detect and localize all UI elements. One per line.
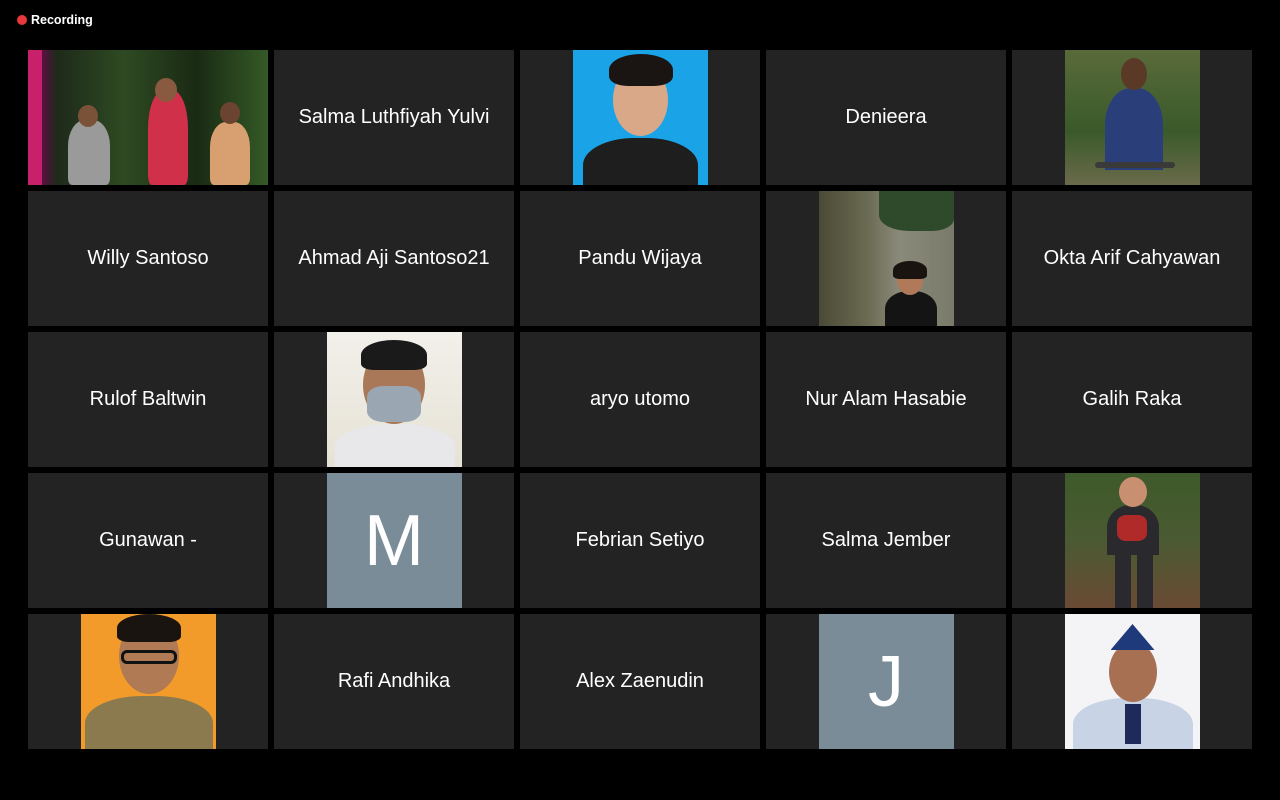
video-feed [28, 50, 268, 185]
participant-tile[interactable] [1012, 50, 1252, 185]
recording-dot-icon [17, 15, 27, 25]
participant-tile[interactable]: Febrian Setiyo [520, 473, 760, 608]
participant-name: Rulof Baltwin [89, 388, 207, 410]
participant-tile[interactable]: Rafi Andhika [274, 614, 514, 749]
participant-name: Galih Raka [1082, 388, 1182, 410]
participant-name: Salma Luthfiyah Yulvi [298, 106, 490, 128]
participant-tile[interactable] [274, 332, 514, 467]
participant-name: Denieera [845, 106, 927, 128]
participant-tile-video[interactable] [28, 50, 268, 185]
participant-photo [326, 332, 462, 467]
participant-name: Willy Santoso [87, 247, 209, 269]
participant-photo [1064, 614, 1200, 749]
participant-name: Pandu Wijaya [578, 247, 702, 269]
participant-tile[interactable]: Gunawan - [28, 473, 268, 608]
participant-name: Rafi Andhika [337, 670, 451, 692]
participant-tile[interactable]: J [766, 614, 1006, 749]
recording-indicator: Recording [17, 13, 93, 27]
recording-label: Recording [31, 13, 93, 27]
participant-avatar-letter: J [818, 614, 954, 749]
participant-tile[interactable]: Pandu Wijaya [520, 191, 760, 326]
participant-photo [818, 191, 954, 326]
participant-tile[interactable] [1012, 473, 1252, 608]
participant-tile[interactable]: Ahmad Aji Santoso21 [274, 191, 514, 326]
participant-tile[interactable] [766, 191, 1006, 326]
participant-avatar-letter: M [326, 473, 462, 608]
participant-tile[interactable] [520, 50, 760, 185]
participant-tile[interactable]: M [274, 473, 514, 608]
participant-tile[interactable]: Nur Alam Hasabie [766, 332, 1006, 467]
participant-tile[interactable]: Galih Raka [1012, 332, 1252, 467]
participant-tile[interactable]: Rulof Baltwin [28, 332, 268, 467]
participant-tile[interactable] [1012, 614, 1252, 749]
participant-tile[interactable]: Salma Jember [766, 473, 1006, 608]
participant-name: Febrian Setiyo [575, 529, 705, 551]
participant-name: Salma Jember [821, 529, 951, 551]
participant-tile[interactable]: Denieera [766, 50, 1006, 185]
participant-tile[interactable]: Salma Luthfiyah Yulvi [274, 50, 514, 185]
participant-photo [80, 614, 216, 749]
participant-tile[interactable] [28, 614, 268, 749]
participant-photo [572, 50, 708, 185]
participant-name: Okta Arif Cahyawan [1043, 247, 1221, 269]
participant-tile[interactable]: Alex Zaenudin [520, 614, 760, 749]
participant-photo [1064, 473, 1200, 608]
participant-tile[interactable]: Willy Santoso [28, 191, 268, 326]
participant-tile[interactable]: Okta Arif Cahyawan [1012, 191, 1252, 326]
participant-grid: Salma Luthfiyah Yulvi Denieera Willy San… [28, 50, 1252, 749]
participant-tile[interactable]: aryo utomo [520, 332, 760, 467]
participant-photo [1064, 50, 1200, 185]
participant-name: Ahmad Aji Santoso21 [298, 247, 490, 269]
participant-name: aryo utomo [589, 388, 691, 410]
participant-name: Gunawan - [99, 529, 197, 551]
participant-name: Alex Zaenudin [576, 670, 704, 692]
participant-name: Nur Alam Hasabie [805, 388, 967, 410]
